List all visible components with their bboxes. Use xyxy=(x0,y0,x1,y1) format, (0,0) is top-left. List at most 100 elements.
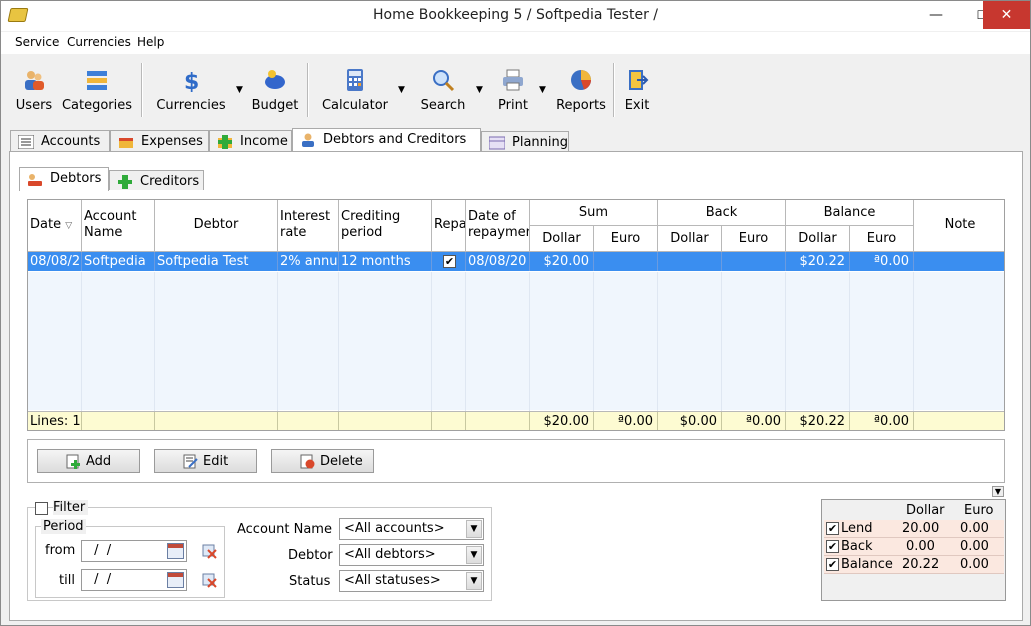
currencies-dropdown-icon[interactable]: ▼ xyxy=(236,85,243,95)
tab-accounts[interactable]: Accounts xyxy=(10,130,110,152)
col-header-balance-dollar[interactable]: Dollar xyxy=(786,226,850,252)
footer-back-dollar: $0.00 xyxy=(658,412,722,430)
cell-date[interactable]: 08/08/2 xyxy=(28,252,82,271)
calendar-icon[interactable] xyxy=(167,543,184,559)
delete-icon xyxy=(300,454,315,469)
cell-back-dollar[interactable] xyxy=(658,252,722,271)
repaid-checkbox[interactable]: ✔ xyxy=(443,255,456,268)
cell-date-of-repayment[interactable]: 08/08/20 xyxy=(466,252,530,271)
toolbar-separator xyxy=(307,63,309,117)
filter-checkbox[interactable] xyxy=(35,502,48,515)
cell-repaid[interactable]: ✔ xyxy=(432,252,466,271)
print-button[interactable]: Print xyxy=(491,64,535,116)
col-header-date-of-repayment[interactable]: Date of repaymer xyxy=(466,200,530,252)
col-header-interest-rate[interactable]: Interest rate xyxy=(278,200,339,252)
col-header-account-name[interactable]: Account Name xyxy=(82,200,155,252)
toolbar: Users Categories $ Currencies ▼ Budget C… xyxy=(7,59,1027,121)
cell-crediting-period[interactable]: 12 months xyxy=(339,252,432,271)
reports-button[interactable]: Reports xyxy=(553,64,609,116)
add-icon xyxy=(66,454,80,469)
col-header-repaid[interactable]: Repa xyxy=(432,200,466,252)
debtors-creditors-icon xyxy=(302,133,314,147)
minimize-button[interactable]: — xyxy=(913,1,959,29)
calculator-button[interactable]: Calculator xyxy=(319,64,391,116)
till-label: till xyxy=(59,573,75,588)
col-header-date[interactable]: Date ▽ xyxy=(28,200,82,252)
tab-expenses[interactable]: Expenses xyxy=(110,130,209,152)
col-header-note[interactable]: Note xyxy=(914,200,1004,252)
menu-help[interactable]: Help xyxy=(137,35,164,49)
till-date-input[interactable]: / / xyxy=(81,569,187,591)
cell-sum-dollar[interactable]: $20.00 xyxy=(530,252,594,271)
status-label: Status xyxy=(289,574,331,589)
calculator-dropdown-icon[interactable]: ▼ xyxy=(398,85,405,95)
close-button[interactable]: ✕ xyxy=(983,1,1030,29)
status-select[interactable]: <All statuses> ▼ xyxy=(339,570,484,592)
creditors-icon xyxy=(118,175,132,189)
col-header-sum: Sum xyxy=(530,200,658,226)
subtab-debtors[interactable]: Debtors xyxy=(19,167,109,191)
menu-currencies[interactable]: Currencies xyxy=(67,35,131,49)
tab-planning[interactable]: Planning xyxy=(481,131,569,153)
tab-debtors-and-creditors[interactable]: Debtors and Creditors xyxy=(292,128,481,153)
debtor-select[interactable]: <All debtors> ▼ xyxy=(339,544,484,566)
chevron-down-icon[interactable]: ▼ xyxy=(466,520,482,538)
edit-button[interactable]: Edit xyxy=(154,449,257,473)
users-button[interactable]: Users xyxy=(11,64,57,116)
calculator-icon xyxy=(347,69,363,91)
cell-debtor[interactable]: Softpedia Test xyxy=(155,252,278,271)
menu-service[interactable]: Service xyxy=(15,35,59,49)
exit-icon xyxy=(629,70,649,90)
budget-button[interactable]: Budget xyxy=(250,64,300,116)
delete-button[interactable]: Delete xyxy=(271,449,374,473)
from-date-input[interactable]: / / xyxy=(81,540,187,562)
clear-date-icon[interactable] xyxy=(201,543,217,559)
summary-col-euro: Euro xyxy=(964,503,994,518)
col-header-debtor[interactable]: Debtor xyxy=(155,200,278,252)
search-dropdown-icon[interactable]: ▼ xyxy=(476,85,483,95)
cell-note[interactable] xyxy=(914,252,1004,271)
exit-button[interactable]: Exit xyxy=(619,64,655,116)
balance-checkbox[interactable]: ✔ xyxy=(826,558,839,571)
footer-sum-euro: ª0.00 xyxy=(594,412,658,430)
currencies-button[interactable]: $ Currencies xyxy=(153,64,229,116)
col-header-back-dollar[interactable]: Dollar xyxy=(658,226,722,252)
toolbar-separator xyxy=(141,63,143,117)
cell-interest-rate[interactable]: 2% annu xyxy=(278,252,339,271)
col-header-sum-dollar[interactable]: Dollar xyxy=(530,226,594,252)
cell-sum-euro[interactable] xyxy=(594,252,658,271)
summary-col-dollar: Dollar xyxy=(906,503,945,518)
account-name-select[interactable]: <All accounts> ▼ xyxy=(339,518,484,540)
sort-desc-icon: ▽ xyxy=(65,221,73,231)
cell-account-name[interactable]: Softpedia xyxy=(82,252,155,271)
categories-button[interactable]: Categories xyxy=(61,64,133,116)
col-header-balance-euro[interactable]: Euro xyxy=(850,226,914,252)
income-icon xyxy=(218,135,232,149)
col-header-crediting-period[interactable]: Crediting period xyxy=(339,200,432,252)
footer-balance-dollar: $20.22 xyxy=(786,412,850,430)
chevron-down-icon[interactable]: ▼ xyxy=(466,572,482,590)
search-button[interactable]: Search xyxy=(415,64,471,116)
categories-icon xyxy=(87,71,107,90)
add-button[interactable]: Add xyxy=(37,449,140,473)
subtab-creditors[interactable]: Creditors xyxy=(109,170,204,190)
calendar-icon[interactable] xyxy=(167,572,184,588)
chevron-down-icon[interactable]: ▼ xyxy=(466,546,482,564)
planning-icon xyxy=(489,136,505,150)
clear-date-icon[interactable] xyxy=(201,572,217,588)
summary-row-balance: ✔ Balance 20.22 0.00 xyxy=(824,556,1004,574)
svg-text:$: $ xyxy=(184,70,199,92)
collapse-chevron-icon[interactable]: ▼ xyxy=(992,486,1004,497)
cell-back-euro[interactable] xyxy=(722,252,786,271)
print-dropdown-icon[interactable]: ▼ xyxy=(539,85,546,95)
tab-income[interactable]: Income xyxy=(209,130,292,152)
footer-lines-count: Lines: 1 xyxy=(30,412,82,430)
lend-checkbox[interactable]: ✔ xyxy=(826,522,839,535)
col-header-back-euro[interactable]: Euro xyxy=(722,226,786,252)
back-checkbox[interactable]: ✔ xyxy=(826,540,839,553)
col-header-sum-euro[interactable]: Euro xyxy=(594,226,658,252)
filter-label: Filter xyxy=(53,500,89,515)
cell-balance-dollar[interactable]: $20.22 xyxy=(786,252,850,271)
cell-balance-euro[interactable]: ª0.00 xyxy=(850,252,914,271)
footer-back-euro: ª0.00 xyxy=(722,412,786,430)
